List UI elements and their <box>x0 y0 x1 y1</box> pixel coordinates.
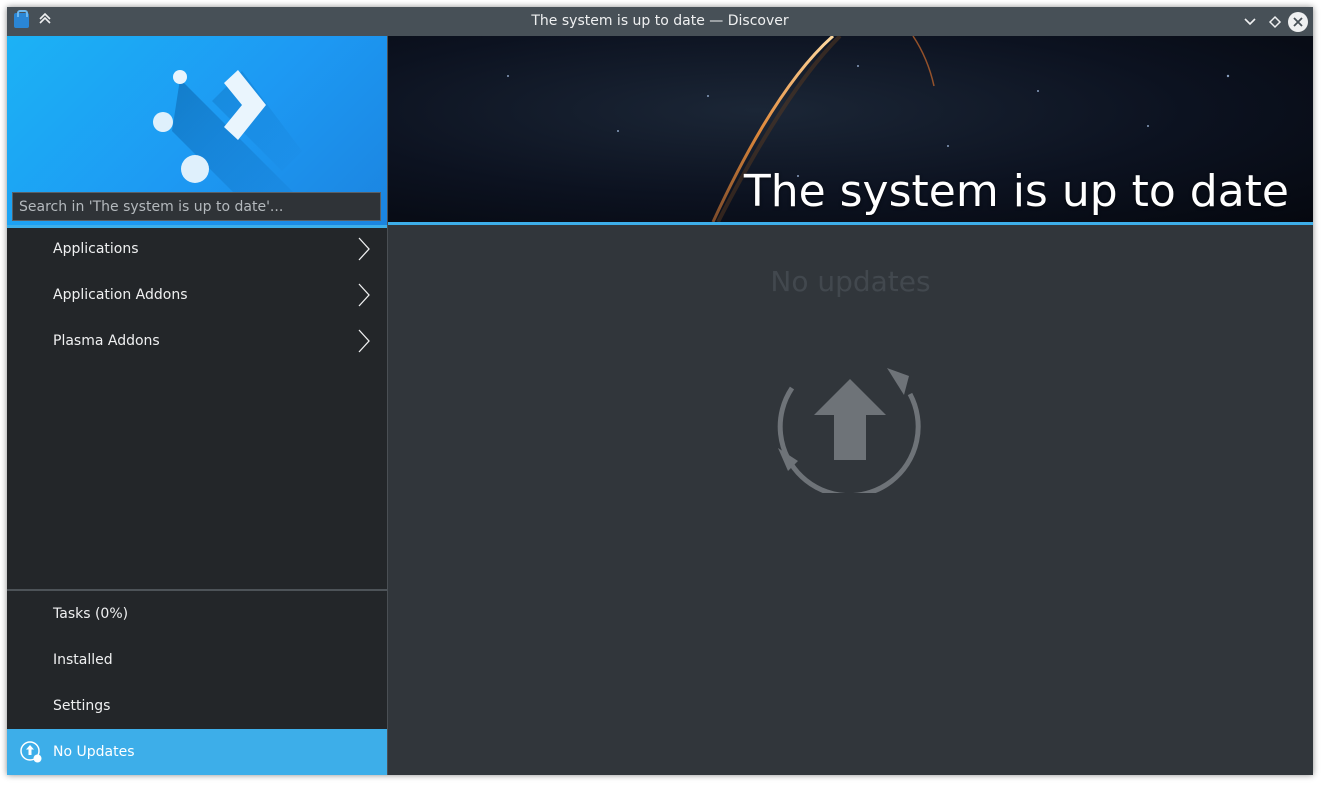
sidebar-item-tasks[interactable]: Tasks (0%) <box>7 591 387 637</box>
maximize-icon[interactable] <box>1265 12 1285 32</box>
window-title: The system is up to date — Discover <box>531 13 789 29</box>
header-banner: The system is up to date <box>388 36 1313 222</box>
sidebar: Applications Application Addons Plasma A… <box>7 36 388 775</box>
main-content: The system is up to date No updates <box>388 36 1313 775</box>
system-update-icon <box>777 368 921 493</box>
page-title: The system is up to date <box>743 166 1289 217</box>
chevron-right-icon <box>358 237 370 261</box>
sidebar-item-installed[interactable]: Installed <box>7 637 387 683</box>
sidebar-item-label: Settings <box>53 698 111 714</box>
chevron-right-icon <box>358 283 370 307</box>
search-input[interactable] <box>12 192 381 221</box>
sidebar-header <box>7 36 387 225</box>
sidebar-item-application-addons[interactable]: Application Addons <box>7 272 387 318</box>
sidebar-item-label: Plasma Addons <box>53 333 160 349</box>
sidebar-item-label: Tasks (0%) <box>53 606 129 622</box>
sidebar-item-applications[interactable]: Applications <box>7 226 387 272</box>
update-status-icon <box>20 741 42 763</box>
close-icon[interactable] <box>1288 12 1308 32</box>
sidebar-item-label: No Updates <box>53 744 135 760</box>
sidebar-item-label: Applications <box>53 241 139 257</box>
sidebar-item-label: Installed <box>53 652 113 668</box>
banner-accent-line <box>388 222 1313 225</box>
sidebar-item-label: Application Addons <box>53 287 188 303</box>
sidebar-item-no-updates[interactable]: No Updates <box>7 729 387 775</box>
title-bar[interactable]: The system is up to date — Discover <box>7 7 1313 36</box>
chevron-right-icon <box>358 329 370 353</box>
sidebar-item-settings[interactable]: Settings <box>7 683 387 729</box>
discover-window: The system is up to date — Discover Sear… <box>7 7 1313 775</box>
minimize-icon[interactable] <box>1240 12 1260 32</box>
empty-state-title: No updates <box>770 265 931 298</box>
sidebar-item-plasma-addons[interactable]: Plasma Addons <box>7 318 387 364</box>
